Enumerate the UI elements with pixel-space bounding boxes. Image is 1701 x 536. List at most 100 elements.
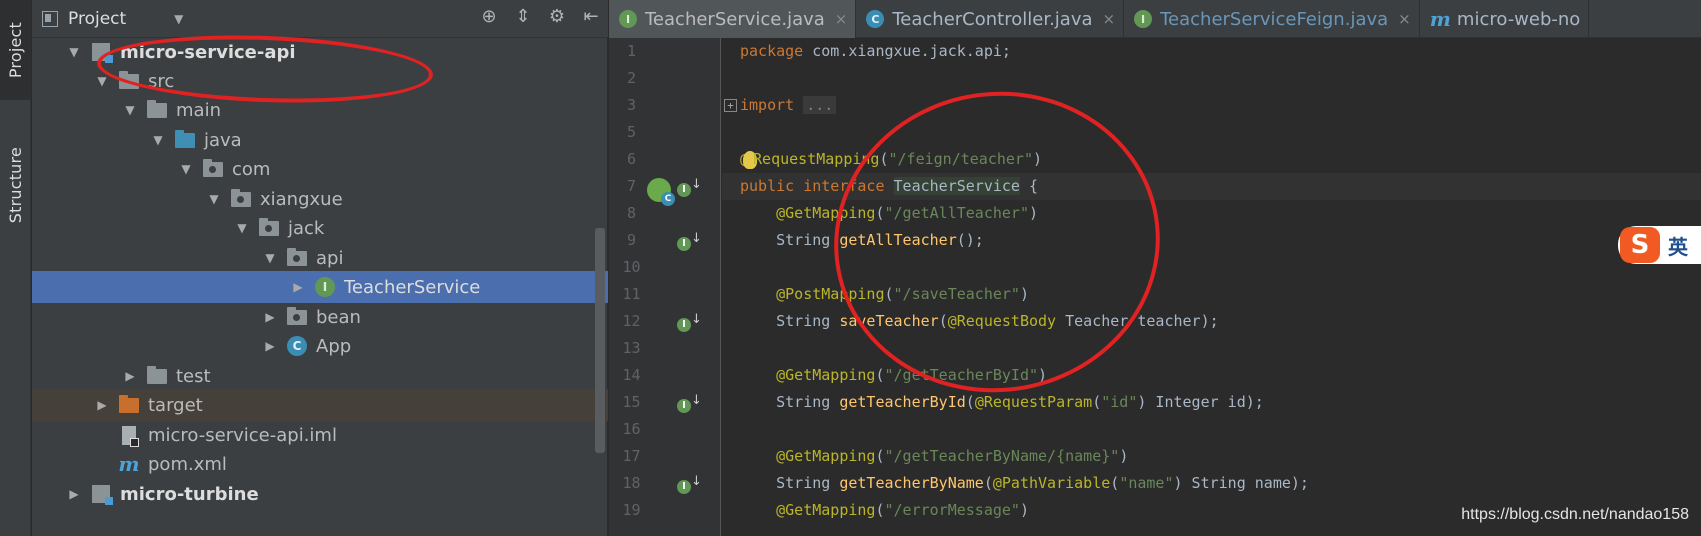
collapse-all-icon[interactable]: ⇕ [512,6,534,27]
gear-icon[interactable]: ⚙ [546,6,568,27]
ime-toolbar[interactable]: S 英 [1618,226,1701,264]
project-tree: ▼ micro-service-api ▼ src ▼ main ▼ java … [32,38,608,536]
tree-item-iml[interactable]: micro-service-api.iml [32,419,608,451]
spring-class-icon: C [287,336,307,356]
maven-icon: m [118,452,140,476]
tab-teachercontroller[interactable]: C TeacherController.java × [856,0,1125,38]
watermark-text: https://blog.csdn.net/nandao158 [1461,506,1689,523]
tree-item-label: com [232,158,271,180]
expand-arrow-icon[interactable]: ▼ [174,162,198,176]
expand-arrow-icon[interactable]: ▶ [90,398,114,412]
sogou-logo-icon: S [1620,227,1660,263]
tab-label: TeacherService.java [645,8,825,30]
expand-arrow-icon[interactable]: ▼ [202,192,226,206]
tab-teacherservice[interactable]: I TeacherService.java × [609,0,857,38]
line-number: 1 [626,42,637,60]
ime-language-indicator[interactable]: 英 [1668,231,1688,260]
tree-item-teacherservice[interactable]: ▶ I TeacherService [32,271,608,303]
project-tool-tab[interactable]: Project [0,0,31,100]
line-number: 14 [622,366,641,384]
line-number: 9 [626,231,637,249]
class-icon: C [866,10,885,28]
tab-teacherservicefeign[interactable]: I TeacherServiceFeign.java × [1124,0,1420,38]
hide-panel-icon[interactable]: ⇤ [580,6,602,27]
code-area[interactable]: package com.xiangxue.jack.api; + import .… [722,38,1701,536]
expand-arrow-icon[interactable]: ▶ [258,310,282,324]
locate-icon[interactable]: ⊕ [478,6,500,27]
tab-label: TeacherController.java [892,8,1093,30]
code-line: @RequestMapping("/feign/teacher") [722,146,1701,173]
expand-arrow-icon[interactable]: ▶ [258,339,282,353]
expand-arrow-icon[interactable]: ▼ [62,45,86,59]
tab-micro-web-no[interactable]: m micro-web-no [1420,0,1590,38]
implemented-marker-icon[interactable]: I ↓ [677,177,702,197]
tree-item-xiangxue[interactable]: ▼ xiangxue [32,183,608,215]
line-number: 12 [622,312,641,330]
tree-item-label: micro-service-api.iml [148,424,337,446]
interface-icon: I [1134,10,1153,28]
tree-item-test[interactable]: ▶ test [32,360,608,392]
code-line: String getTeacherByName(@PathVariable("n… [776,474,1309,492]
excluded-folder-icon [119,394,139,413]
tree-item-micro-turbine[interactable]: ▶ micro-turbine [32,478,608,510]
line-number: 19 [622,501,641,519]
tree-item-label: main [176,99,221,121]
tree-item-label: target [148,394,203,416]
project-panel-header: Project ▼ ⊕ ⇕ ⚙ ⇤ [32,0,608,38]
folder-icon [147,365,167,384]
line-number: 18 [622,474,641,492]
project-panel: Project ▼ ⊕ ⇕ ⚙ ⇤ ▼ micro-service-api ▼ … [32,0,608,536]
tab-label: TeacherServiceFeign.java [1160,8,1389,30]
chevron-down-icon[interactable]: ▼ [174,12,183,26]
tree-item-main[interactable]: ▼ main [32,94,608,126]
line-number: 2 [626,69,637,87]
spring-bean-icon[interactable] [647,178,675,206]
package-icon [231,188,251,207]
fold-expand-icon[interactable]: + [724,99,737,112]
line-number: 11 [622,285,641,303]
tree-item-label: jack [288,217,325,239]
close-icon[interactable]: × [835,10,848,28]
implemented-marker-icon[interactable]: I ↓ [677,474,702,494]
tree-item-com[interactable]: ▼ com [32,153,608,185]
implemented-marker-icon[interactable]: I ↓ [677,312,702,332]
folded-imports[interactable]: ... [803,96,837,114]
structure-tool-tab[interactable]: Structure [0,130,31,240]
implemented-marker-icon[interactable]: I ↓ [677,393,702,413]
line-number: 17 [622,447,641,465]
tree-item-target[interactable]: ▶ target [32,389,608,421]
project-panel-scrollbar[interactable] [595,228,605,453]
tree-item-bean[interactable]: ▶ bean [32,301,608,333]
editor-tab-bar: I TeacherService.java × C TeacherControl… [609,0,1701,38]
expand-arrow-icon[interactable]: ▼ [90,74,114,88]
tree-item-micro-service-api[interactable]: ▼ micro-service-api [32,36,608,68]
tree-item-label: bean [316,306,361,328]
package-icon [287,306,307,325]
tree-item-pom[interactable]: m pom.xml [32,448,608,480]
tree-item-label: java [204,129,242,151]
interface-icon: I [619,10,637,28]
expand-arrow-icon[interactable]: ▼ [146,133,170,147]
expand-arrow-icon[interactable]: ▶ [118,369,142,383]
code-line: String saveTeacher(@RequestBody Teacher … [776,312,1219,330]
project-view-icon [42,10,58,27]
folder-icon [119,70,139,89]
expand-arrow-icon[interactable]: ▶ [286,280,310,294]
tree-item-src[interactable]: ▼ src [32,65,608,97]
project-view-selector[interactable]: Project [68,9,126,29]
close-icon[interactable]: × [1103,10,1116,28]
line-number: 10 [622,258,641,276]
expand-arrow-icon[interactable]: ▼ [118,103,142,117]
tree-item-java[interactable]: ▼ java [32,124,608,156]
tree-item-api[interactable]: ▼ api [32,242,608,274]
expand-arrow-icon[interactable]: ▼ [258,251,282,265]
expand-arrow-icon[interactable]: ▼ [230,221,254,235]
package-icon [287,247,307,266]
tree-item-app[interactable]: ▶ C App [32,330,608,362]
tree-item-jack[interactable]: ▼ jack [32,212,608,244]
implemented-marker-icon[interactable]: I ↓ [677,231,702,251]
package-icon [203,158,223,177]
expand-arrow-icon[interactable]: ▶ [62,487,86,501]
close-icon[interactable]: × [1398,10,1411,28]
tree-item-label: micro-turbine [120,483,259,505]
